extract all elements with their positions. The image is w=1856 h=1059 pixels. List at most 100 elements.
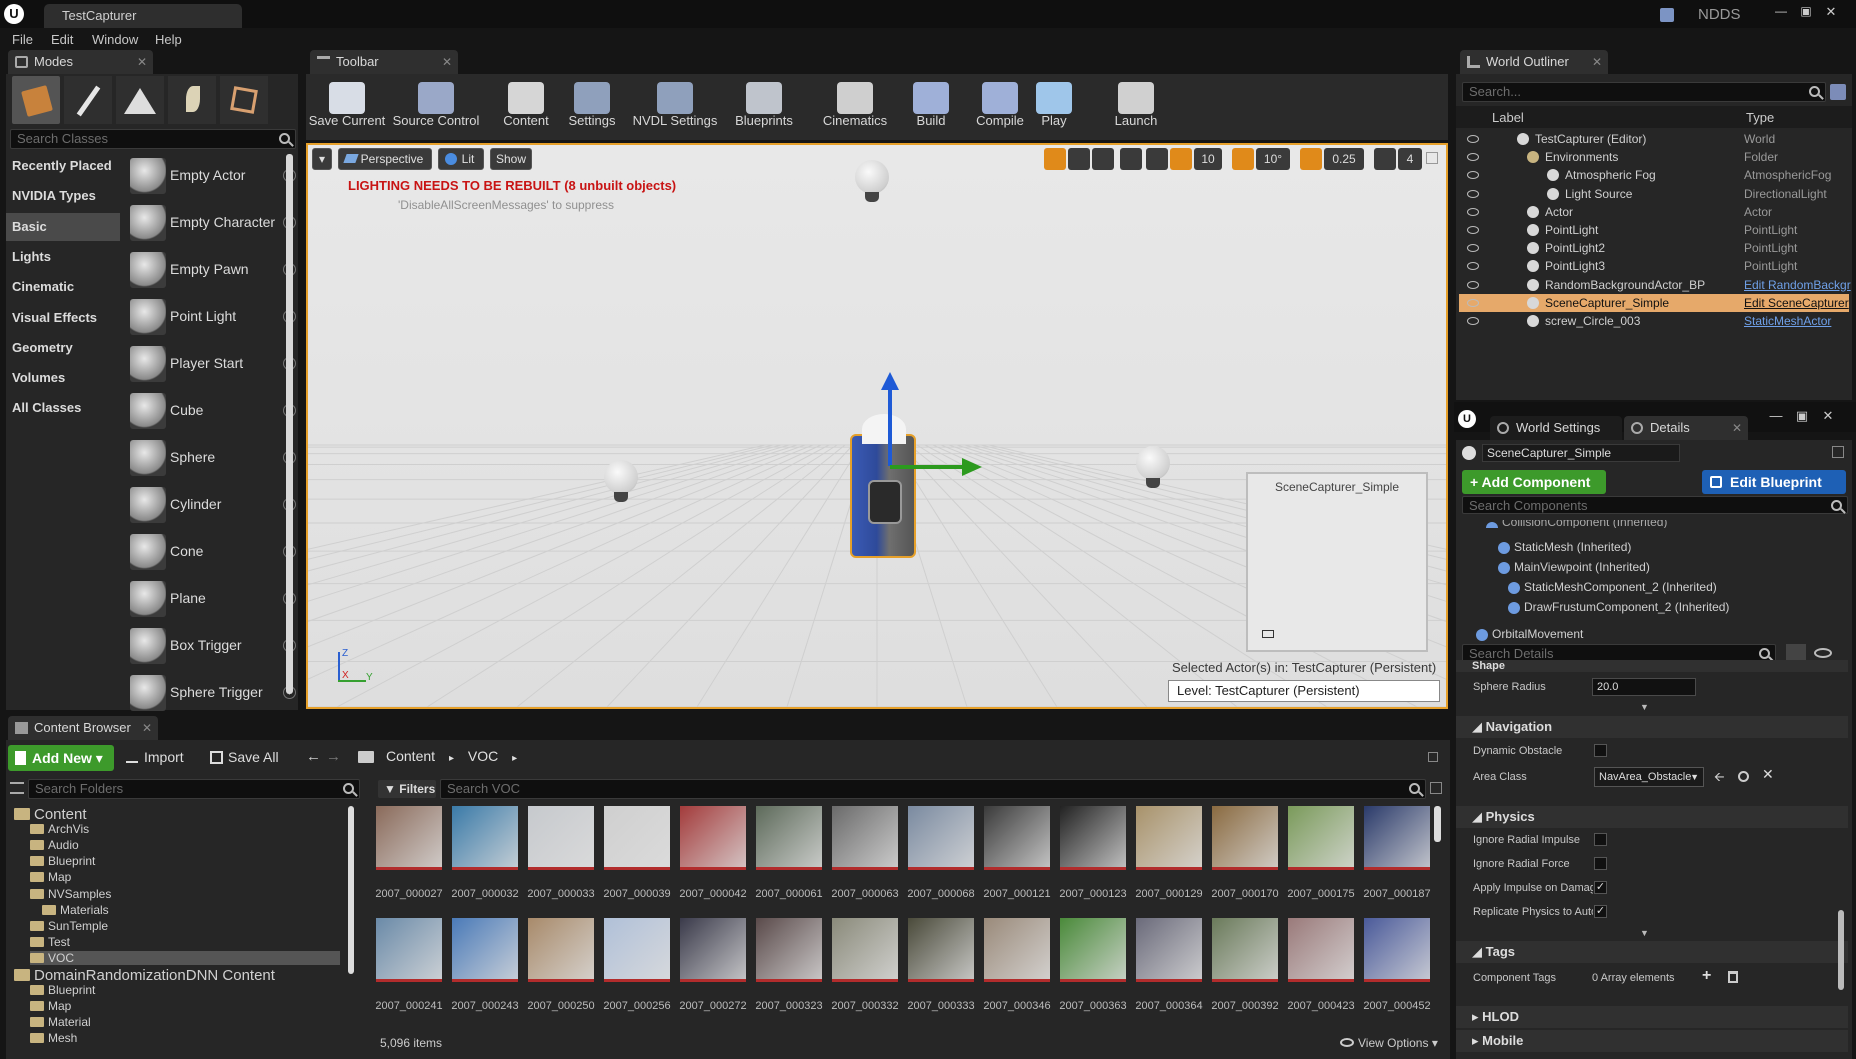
back-arrow-icon[interactable]: 🡨 bbox=[1714, 768, 1725, 790]
folder-item[interactable]: Test bbox=[30, 935, 70, 949]
outliner-row[interactable]: PointLight PointLight bbox=[1459, 221, 1849, 239]
asset-tile[interactable]: 2007_000033 bbox=[527, 806, 604, 912]
expand-arrow-icon[interactable]: ▼ bbox=[1640, 928, 1649, 938]
close-icon[interactable]: ✕ bbox=[142, 716, 152, 740]
menu-window[interactable]: Window bbox=[92, 32, 138, 47]
folder-item[interactable]: VOC bbox=[30, 950, 340, 965]
search-folders-input[interactable]: Search Folders bbox=[28, 779, 360, 799]
place-actor-item[interactable]: Player Start? bbox=[126, 342, 296, 386]
toolbar-button-settings[interactable]: Settings bbox=[560, 78, 624, 134]
expand-arrow-icon[interactable]: ▼ bbox=[1640, 702, 1649, 712]
outliner-row[interactable]: PointLight3 PointLight bbox=[1459, 257, 1849, 275]
place-actor-item[interactable]: Cylinder? bbox=[126, 483, 296, 527]
pin-icon[interactable] bbox=[1262, 630, 1274, 638]
outliner-search-input[interactable]: Search... bbox=[1462, 82, 1826, 102]
mode-category[interactable]: Visual Effects bbox=[6, 304, 120, 332]
folder-item[interactable]: Map bbox=[30, 999, 71, 1013]
search-classes-input[interactable]: Search Classes bbox=[10, 129, 296, 149]
folder-scrollbar[interactable] bbox=[348, 806, 354, 974]
asset-tile[interactable]: 2007_000121 bbox=[983, 806, 1060, 912]
gizmo-x-axis[interactable] bbox=[890, 465, 966, 469]
asset-tile[interactable]: 2007_000061 bbox=[755, 806, 832, 912]
lock-icon[interactable] bbox=[1832, 446, 1844, 458]
asset-tile[interactable]: 2007_000187 bbox=[1363, 806, 1440, 912]
modes-scrollbar[interactable] bbox=[286, 154, 293, 694]
details-scrollbar[interactable] bbox=[1838, 910, 1844, 990]
tab-details[interactable]: Details ✕ bbox=[1624, 416, 1748, 440]
folder-item[interactable]: NVSamples bbox=[30, 887, 111, 901]
delete-icon[interactable] bbox=[1728, 971, 1738, 983]
outliner-row[interactable]: screw_Circle_003 StaticMeshActor bbox=[1459, 312, 1849, 330]
import-button[interactable]: Import bbox=[124, 749, 184, 765]
mode-category[interactable]: Basic bbox=[6, 212, 120, 241]
mode-category[interactable]: Geometry bbox=[6, 334, 120, 362]
save-all-button[interactable]: Save All bbox=[208, 749, 279, 765]
menu-edit[interactable]: Edit bbox=[51, 32, 73, 47]
folder-item[interactable]: SunTemple bbox=[30, 919, 108, 933]
folder-item[interactable]: ArchVis bbox=[30, 822, 89, 836]
component-item[interactable]: CollisionComponent (Inherited) bbox=[1486, 520, 1667, 528]
tab-content-browser[interactable]: Content Browser ✕ bbox=[8, 716, 158, 740]
place-actor-item[interactable]: Plane? bbox=[126, 577, 296, 621]
asset-tile[interactable]: 2007_000392 bbox=[1211, 918, 1288, 1024]
point-light-3-icon[interactable] bbox=[1136, 446, 1170, 488]
visibility-eye-icon[interactable] bbox=[1467, 298, 1479, 307]
point-light-icon[interactable] bbox=[855, 160, 889, 202]
gizmo-z-arrow-icon[interactable] bbox=[881, 372, 899, 390]
ignore-radial-force-checkbox[interactable] bbox=[1594, 857, 1607, 870]
outliner-settings-icon[interactable] bbox=[1830, 84, 1846, 100]
component-item[interactable]: OrbitalMovement bbox=[1476, 627, 1583, 641]
close-icon[interactable]: ✕ bbox=[1732, 416, 1742, 440]
world-space-icon[interactable] bbox=[1120, 148, 1142, 170]
mode-category[interactable]: All Classes bbox=[6, 394, 120, 422]
folder-item[interactable]: Audio bbox=[30, 838, 79, 852]
toolbar-button-compile[interactable]: Compile bbox=[974, 78, 1026, 134]
clear-icon[interactable]: ✕ bbox=[1762, 766, 1774, 783]
visibility-eye-icon[interactable] bbox=[1467, 207, 1479, 216]
tab-world-outliner[interactable]: World Outliner ✕ bbox=[1460, 50, 1608, 74]
navigation-section[interactable]: ◢ Navigation bbox=[1456, 716, 1848, 738]
gizmo-x-arrow-icon[interactable] bbox=[962, 458, 982, 476]
details-close-button[interactable]: ✕ bbox=[1816, 408, 1840, 424]
forward-arrow-icon[interactable]: → bbox=[326, 748, 341, 765]
toolbar-button-nvdl-settings[interactable]: NVDL Settings bbox=[630, 78, 720, 134]
tab-world-settings[interactable]: World Settings bbox=[1490, 416, 1622, 440]
scale-snap-value[interactable]: 0.25 bbox=[1324, 148, 1364, 170]
place-actor-item[interactable]: Cube? bbox=[126, 389, 296, 433]
place-actor-item[interactable]: Box Trigger? bbox=[126, 624, 296, 668]
actor-name-field[interactable]: SceneCapturer_Simple bbox=[1482, 444, 1680, 462]
folder-item[interactable]: Map bbox=[30, 870, 71, 884]
perspective-button[interactable]: Perspective bbox=[338, 148, 432, 170]
column-type[interactable]: Type bbox=[1746, 110, 1774, 125]
folder-item[interactable]: Materials bbox=[42, 903, 109, 917]
mode-foliage-icon[interactable] bbox=[168, 76, 216, 124]
asset-tile[interactable]: 2007_000068 bbox=[907, 806, 984, 912]
tab-modes[interactable]: Modes ✕ bbox=[8, 50, 153, 74]
tab-toolbar[interactable]: Toolbar ✕ bbox=[310, 50, 458, 74]
search-voc-input[interactable]: Search VOC bbox=[440, 779, 1426, 799]
asset-tile[interactable]: 2007_000042 bbox=[679, 806, 756, 912]
visibility-eye-icon[interactable] bbox=[1467, 171, 1479, 180]
hlod-section[interactable]: ▸ HLOD bbox=[1456, 1006, 1848, 1028]
place-actor-item[interactable]: Point Light? bbox=[126, 295, 296, 339]
asset-tile[interactable]: 2007_000423 bbox=[1287, 918, 1364, 1024]
browse-icon[interactable] bbox=[1738, 771, 1749, 782]
menu-help[interactable]: Help bbox=[155, 32, 182, 47]
asset-tile[interactable]: 2007_000039 bbox=[603, 806, 680, 912]
component-item[interactable]: DrawFrustumComponent_2 (Inherited) bbox=[1508, 600, 1729, 614]
add-component-button[interactable]: + Add Component bbox=[1462, 470, 1606, 494]
camera-speed-value[interactable]: 4 bbox=[1398, 148, 1422, 170]
close-icon[interactable]: ✕ bbox=[1592, 50, 1602, 74]
asset-tile[interactable]: 2007_000243 bbox=[451, 918, 528, 1024]
asset-tile[interactable]: 2007_000250 bbox=[527, 918, 604, 1024]
lit-button[interactable]: Lit bbox=[438, 148, 484, 170]
ignore-radial-impulse-checkbox[interactable] bbox=[1594, 833, 1607, 846]
mode-category[interactable]: Lights bbox=[6, 243, 120, 271]
outliner-row[interactable]: RandomBackgroundActor_BP Edit RandomBackg… bbox=[1459, 276, 1851, 294]
toolbar-button-content[interactable]: Content bbox=[500, 78, 552, 134]
place-actor-item[interactable]: Empty Character? bbox=[126, 201, 296, 245]
details-maximize-button[interactable]: ▣ bbox=[1790, 408, 1814, 424]
mobile-section[interactable]: ▸ Mobile bbox=[1456, 1030, 1848, 1052]
folder-item[interactable]: Blueprint bbox=[30, 983, 95, 997]
place-actor-item[interactable]: Cone? bbox=[126, 530, 296, 574]
